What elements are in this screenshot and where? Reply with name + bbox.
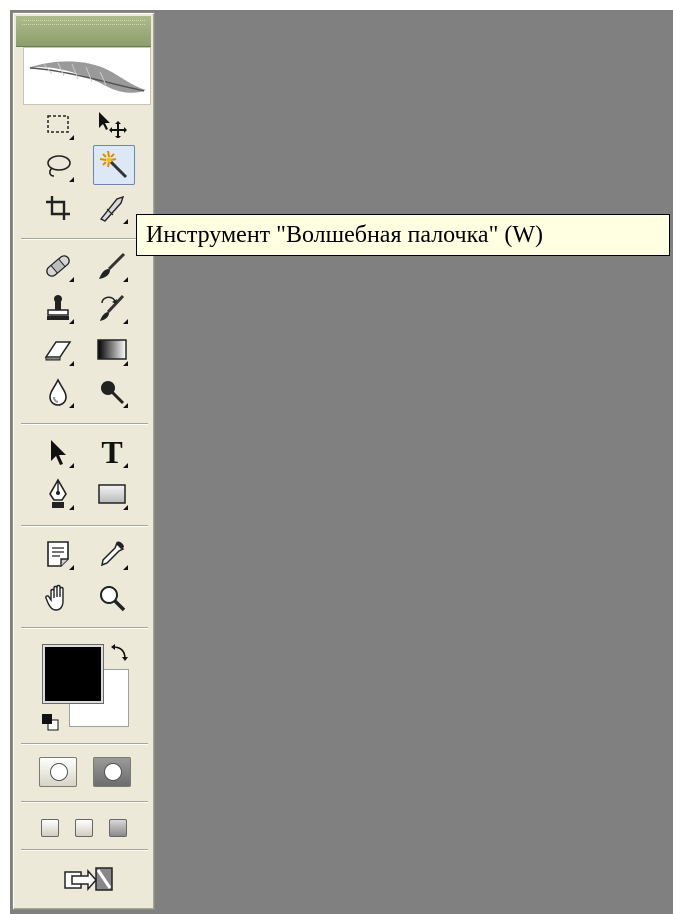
- magic-wand-icon: [99, 150, 128, 179]
- circle-icon: [50, 763, 68, 781]
- standard-screen-mode-button[interactable]: [41, 819, 59, 837]
- crop-icon: [46, 196, 70, 220]
- move-icon: [99, 112, 127, 138]
- standard-mode-button[interactable]: [39, 757, 77, 787]
- magic-wand-tool[interactable]: [93, 145, 135, 185]
- path-selection-tool[interactable]: [39, 433, 77, 471]
- brush-tool[interactable]: [93, 247, 131, 285]
- crop-tool[interactable]: [39, 189, 77, 227]
- zoom-icon: [100, 586, 126, 612]
- pen-tool[interactable]: [39, 475, 77, 513]
- blur-tool[interactable]: [39, 373, 77, 411]
- move-tool[interactable]: [93, 105, 131, 143]
- notes-tool[interactable]: [39, 535, 77, 573]
- eraser-icon: [44, 341, 72, 361]
- full-screen-menu-mode-button[interactable]: [75, 819, 93, 837]
- toolbox-title-bar[interactable]: [16, 16, 151, 47]
- jump-to-imageready-button[interactable]: [59, 859, 117, 897]
- rectangle-shape-icon: [98, 484, 126, 504]
- gradient-icon: [97, 339, 127, 360]
- feather-logo[interactable]: [23, 47, 151, 105]
- notes-icon: [47, 541, 69, 567]
- toolbox-panel: T: [12, 12, 155, 910]
- default-colors-icon[interactable]: [41, 713, 59, 731]
- slice-tool[interactable]: [93, 189, 131, 227]
- jump-to-imageready-icon: [64, 867, 113, 891]
- dodge-tool[interactable]: [93, 373, 131, 411]
- hand-tool[interactable]: [39, 579, 77, 617]
- full-screen-mode-button[interactable]: [109, 819, 127, 837]
- history-brush-tool[interactable]: [93, 289, 131, 327]
- rectangular-marquee-tool[interactable]: [39, 105, 77, 143]
- healing-brush-tool[interactable]: [39, 247, 77, 285]
- circle-icon: [104, 763, 122, 781]
- blur-icon: [49, 378, 67, 406]
- path-selection-icon: [51, 440, 66, 465]
- quick-mask-mode-button[interactable]: [93, 757, 131, 787]
- type-icon: T: [101, 434, 123, 470]
- hand-icon: [45, 584, 64, 611]
- gradient-tool[interactable]: [93, 331, 131, 369]
- lasso-tool[interactable]: [39, 147, 77, 185]
- swap-colors-icon[interactable]: [109, 643, 129, 663]
- rectangle-shape-tool[interactable]: [93, 475, 131, 513]
- rectangular-marquee-icon: [47, 115, 69, 133]
- foreground-color-swatch[interactable]: [43, 645, 103, 703]
- eraser-tool[interactable]: [39, 331, 77, 369]
- type-tool[interactable]: T: [93, 433, 131, 471]
- lasso-icon: [47, 155, 71, 177]
- clone-stamp-tool[interactable]: [39, 289, 77, 327]
- tool-tooltip: Инструмент "Волшебная палочка" (W): [136, 214, 670, 256]
- pen-icon: [49, 478, 67, 508]
- eyedropper-tool[interactable]: [93, 535, 131, 573]
- zoom-tool[interactable]: [93, 579, 131, 617]
